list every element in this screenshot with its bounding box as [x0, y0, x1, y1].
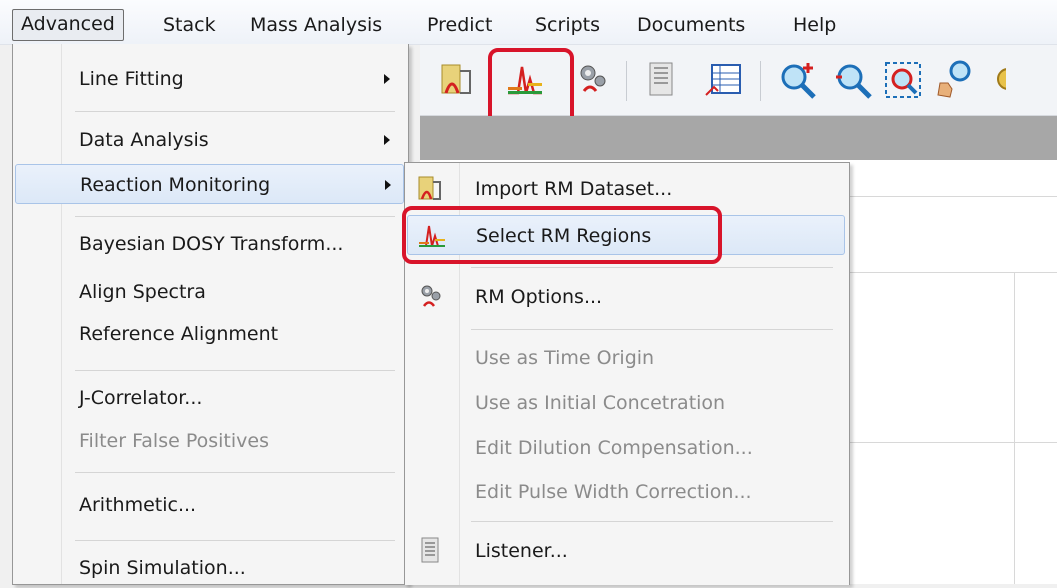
submenu-highlight-box — [402, 206, 722, 264]
submenu-item-label: Edit Pulse Width Correction... — [475, 481, 752, 503]
submenu-item-label: Listener... — [475, 540, 568, 562]
zoom-out-icon[interactable] — [830, 57, 876, 103]
menu-item-label: Reaction Monitoring — [80, 174, 271, 196]
submenu-item-rm-options[interactable]: RM Options... — [409, 277, 843, 317]
submenu-arrow-icon — [385, 180, 391, 190]
table-chart-icon[interactable] — [702, 57, 748, 103]
menu-item-label: Filter False Positives — [79, 430, 269, 452]
import-rm-icon — [415, 173, 447, 205]
menu-item-bayesian-dosy[interactable]: Bayesian DOSY Transform... — [17, 224, 402, 264]
document-tab-bar — [420, 116, 1057, 160]
submenu-arrow-icon — [384, 135, 390, 145]
menu-item-label: Data Analysis — [79, 129, 209, 151]
submenu-item-import-rm-dataset[interactable]: Import RM Dataset... — [409, 169, 843, 209]
menu-documents[interactable]: Documents — [637, 10, 745, 40]
menu-item-arithmetic[interactable]: Arithmetic... — [17, 485, 402, 525]
menu-item-filter-false-positives: Filter False Positives — [17, 421, 402, 461]
menu-help[interactable]: Help — [793, 10, 836, 40]
menu-item-label: Reference Alignment — [79, 323, 279, 345]
menu-item-label: Bayesian DOSY Transform... — [79, 233, 344, 255]
menu-item-spin-simulation[interactable]: Spin Simulation... — [17, 548, 402, 588]
listener-icon[interactable] — [640, 57, 686, 103]
menu-advanced[interactable]: Advanced — [12, 9, 124, 41]
menu-item-reaction-monitoring[interactable]: Reaction Monitoring — [15, 164, 404, 204]
menu-predict[interactable]: Predict — [427, 10, 492, 40]
menu-bar: Advanced Stack Mass Analysis Predict Scr… — [0, 0, 1057, 45]
submenu-item-label: Use as Time Origin — [475, 347, 655, 369]
menu-stack[interactable]: Stack — [163, 10, 216, 40]
listener-icon — [415, 535, 447, 567]
rm-options-icon — [415, 281, 447, 313]
advanced-menu: Line Fitting Data Analysis Reaction Moni… — [12, 44, 409, 585]
zoom-fit-icon[interactable] — [880, 57, 926, 103]
menu-mass-analysis[interactable]: Mass Analysis — [250, 10, 382, 40]
submenu-arrow-icon — [384, 74, 390, 84]
submenu-item-label: RM Options... — [475, 286, 603, 308]
zoom-in-icon[interactable] — [776, 57, 822, 103]
menu-item-j-correlator[interactable]: J-Correlator... — [17, 378, 402, 418]
menu-item-label: Align Spectra — [79, 281, 206, 303]
submenu-item-edit-pulse-width-correction: Edit Pulse Width Correction... — [409, 472, 843, 512]
menu-item-data-analysis[interactable]: Data Analysis — [17, 120, 402, 160]
submenu-item-label: Edit Dilution Compensation... — [475, 437, 753, 459]
menu-item-label: J-Correlator... — [79, 387, 203, 409]
menu-item-line-fitting[interactable]: Line Fitting — [17, 59, 402, 99]
menu-scripts[interactable]: Scripts — [535, 10, 600, 40]
submenu-item-listener[interactable]: Listener... — [409, 531, 843, 571]
submenu-item-label: Import RM Dataset... — [475, 178, 673, 200]
submenu-item-label: Use as Initial Concetration — [475, 392, 726, 414]
menu-item-reference-alignment[interactable]: Reference Alignment — [17, 314, 402, 354]
submenu-item-edit-dilution-compensation: Edit Dilution Compensation... — [409, 428, 843, 468]
menu-item-label: Spin Simulation... — [79, 557, 246, 579]
menu-item-label: Arithmetic... — [79, 494, 197, 516]
rm-options-icon[interactable] — [570, 57, 616, 103]
submenu-item-use-as-initial-concentration: Use as Initial Concetration — [409, 383, 843, 423]
menu-item-align-spectra[interactable]: Align Spectra — [17, 272, 402, 312]
hand-zoom-icon[interactable] — [930, 57, 976, 103]
settings-icon[interactable] — [986, 57, 1006, 103]
submenu-item-use-as-time-origin: Use as Time Origin — [409, 338, 843, 378]
import-rm-icon[interactable] — [434, 57, 480, 103]
menu-item-label: Line Fitting — [79, 68, 184, 90]
